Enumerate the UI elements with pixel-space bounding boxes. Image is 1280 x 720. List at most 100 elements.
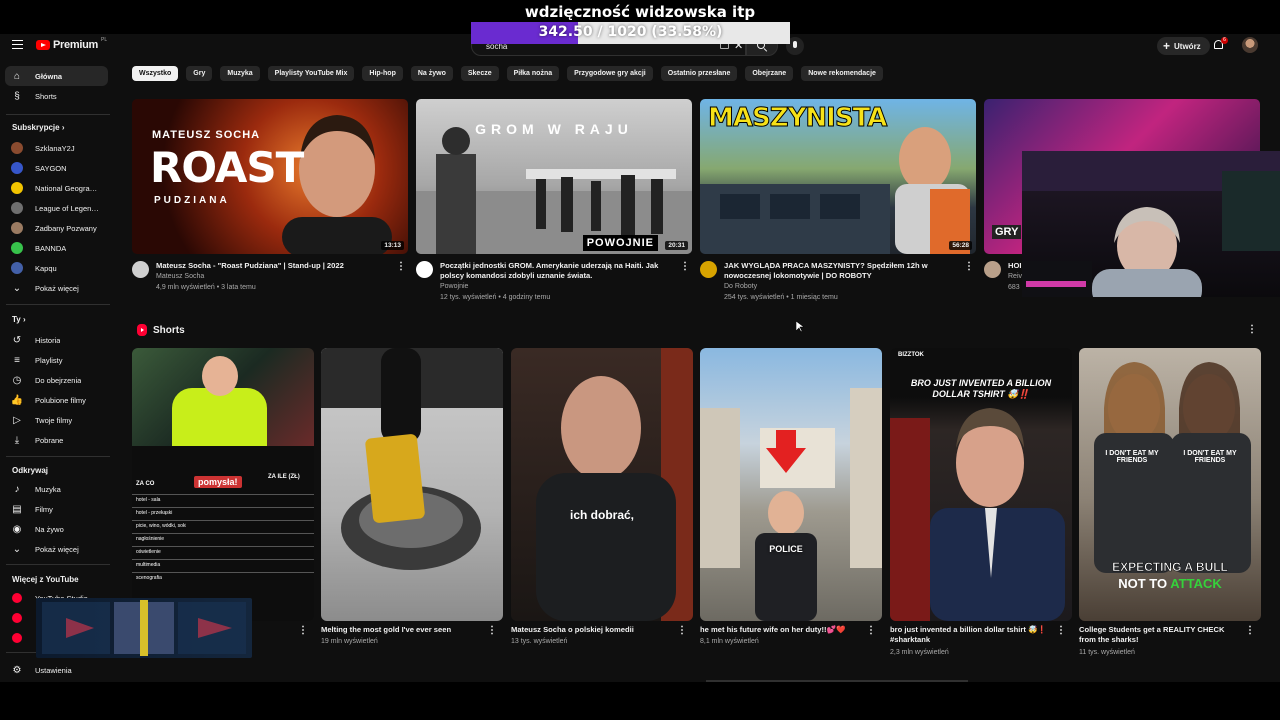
donation-goal-text: 342.50 / 1020 (33.58%) — [538, 24, 723, 40]
channel-name[interactable]: Do Roboty — [724, 283, 757, 290]
sidebar-item-subscription[interactable]: League of Legen… — [5, 198, 108, 218]
filter-chip[interactable]: Hip-hop — [362, 66, 403, 81]
more-actions-icon[interactable]: ⋮ — [964, 261, 974, 272]
short-card[interactable]: Melting the most gold I've ever seen 19 … — [321, 348, 503, 645]
sidebar-item-settings[interactable]: ⚙ Ustawienia — [5, 660, 108, 680]
more-actions-icon[interactable]: ⋮ — [298, 625, 308, 636]
channel-avatar — [11, 162, 23, 174]
channel-name[interactable]: Reiv — [1008, 273, 1022, 280]
table-header: ZA ILE (ZŁ) — [268, 474, 300, 480]
sidebar-item-music[interactable]: ♪ Muzyka — [5, 479, 108, 499]
sidebar-item-subscription[interactable]: National Geogra… — [5, 178, 108, 198]
sidebar-item-label: Główna — [35, 71, 63, 81]
menu-icon[interactable] — [12, 40, 23, 49]
short-card[interactable]: POLICE he met his future wife on her dut… — [700, 348, 882, 645]
sidebar-item-watch-later[interactable]: ◷ Do obejrzenia — [5, 370, 108, 390]
sidebar-item-playlists[interactable]: ≡ Playlisty — [5, 350, 108, 370]
video-stats: 4,9 mln wyświetleń • 3 lata temu — [156, 284, 256, 291]
channel-avatar[interactable] — [132, 261, 149, 278]
short-thumbnail[interactable]: pomysła! ZA CO ZA ILE (ZŁ) hotel - sala h… — [132, 348, 314, 621]
download-icon: ⤓ — [14, 434, 20, 446]
short-card[interactable]: I DON'T EAT MY FRIENDS I DON'T EAT MY FR… — [1079, 348, 1261, 656]
sidebar-item-subscription[interactable]: Kapqu — [5, 258, 108, 278]
sidebar-show-more[interactable]: ⌄ Pokaż więcej — [5, 278, 108, 298]
create-label: Utwórz — [1174, 41, 1201, 51]
sidebar-item-shorts[interactable]: § Shorts — [5, 86, 108, 106]
more-actions-icon[interactable]: ⋮ — [677, 625, 687, 636]
short-card[interactable]: pomysła! ZA CO ZA ILE (ZŁ) hotel - sala h… — [132, 348, 314, 636]
subscriptions-heading[interactable]: Subskrypcje › — [12, 123, 64, 132]
short-title[interactable]: bro just invented a billion dollar tshir… — [890, 625, 1050, 645]
filter-chip[interactable]: Nowe rekomendacje — [801, 66, 883, 81]
video-card[interactable]: MATEUSZ SOCHA ROAST PUDZIANA 13:13 Mateu… — [132, 99, 408, 311]
sidebar-item-subscription[interactable]: BANNDA — [5, 238, 108, 258]
sidebar-item-subscription[interactable]: SzklanaY2J — [5, 138, 108, 158]
short-title[interactable]: Melting the most gold I've ever seen — [321, 625, 481, 635]
short-thumbnail[interactable]: BIZZTOK BRO JUST INVENTED A BILLION DOLL… — [890, 348, 1072, 621]
sidebar-item-downloads[interactable]: ⤓ Pobrane — [5, 430, 108, 450]
short-card[interactable]: ich dobrać, Mateusz Socha o polskiej kom… — [511, 348, 693, 645]
short-thumbnail[interactable]: POLICE — [700, 348, 882, 621]
filter-chip[interactable]: Przygodowe gry akcji — [567, 66, 653, 81]
create-button[interactable]: + Utwórz — [1157, 37, 1210, 55]
more-actions-icon[interactable]: ⋮ — [1247, 324, 1257, 335]
channel-name[interactable]: Mateusz Socha — [156, 273, 204, 280]
table-row: oświetlenie — [132, 546, 314, 558]
movies-icon: ▤ — [12, 503, 22, 515]
avatar[interactable] — [1242, 37, 1258, 53]
short-title[interactable]: he met his future wife on her duty!!💕❤️ — [700, 625, 860, 635]
sidebar-item-movies[interactable]: ▤ Filmy — [5, 499, 108, 519]
gear-icon: ⚙ — [12, 664, 22, 676]
sidebar-item-history[interactable]: ↺ Historia — [5, 330, 108, 350]
channel-avatar[interactable] — [984, 261, 1001, 278]
youtube-premium-logo[interactable]: Premium PL — [36, 37, 107, 51]
video-thumbnail[interactable]: MATEUSZ SOCHA ROAST PUDZIANA 13:13 — [132, 99, 408, 254]
short-title[interactable]: College Students get a REALITY CHECK fro… — [1079, 625, 1239, 645]
sidebar-item-label: League of Legen… — [35, 203, 99, 213]
sidebar-item-live[interactable]: ◉ Na żywo — [5, 519, 108, 539]
sidebar-item-subscription[interactable]: Zadbany Pozwany — [5, 218, 108, 238]
video-title[interactable]: JAK WYGLĄDA PRACA MASZYNISTY? Spędziłem … — [724, 261, 959, 281]
short-thumbnail[interactable]: I DON'T EAT MY FRIENDS I DON'T EAT MY FR… — [1079, 348, 1261, 621]
you-heading[interactable]: Ty › — [12, 315, 26, 324]
short-thumbnail[interactable] — [321, 348, 503, 621]
person-head — [202, 356, 238, 396]
sidebar-item-liked[interactable]: 👍 Polubione filmy — [5, 390, 108, 410]
filter-chip[interactable]: Piłka nożna — [506, 66, 560, 81]
filter-chip[interactable]: Obejrzane — [745, 66, 794, 81]
short-card[interactable]: BIZZTOK BRO JUST INVENTED A BILLION DOLL… — [890, 348, 1072, 656]
filter-chip[interactable]: Muzyka — [220, 66, 260, 81]
sidebar-item-subscription[interactable]: SAYGON — [5, 158, 108, 178]
more-actions-icon[interactable]: ⋮ — [396, 261, 406, 272]
sidebar-explore-more[interactable]: ⌄ Pokaż więcej — [5, 539, 108, 559]
video-card[interactable]: MASZYNISTA 56:28 JAK WYGLĄDA PRACA MASZY… — [700, 99, 976, 311]
filter-chip[interactable]: Ostatnio przesłane — [660, 66, 738, 81]
sidebar-item-your-videos[interactable]: ▷ Twoje filmy — [5, 410, 108, 430]
youtube-app: Premium PL ✕ + Utwórz 6 ⌂ Główna § Short… — [0, 34, 1280, 682]
channel-avatar[interactable] — [416, 261, 433, 278]
channel-avatar[interactable] — [700, 261, 717, 278]
short-thumbnail[interactable]: ich dobrać, — [511, 348, 693, 621]
filter-chip[interactable]: Playlisty YouTube Mix — [267, 66, 355, 81]
channel-name[interactable]: Powojnie — [440, 283, 468, 290]
video-thumbnail[interactable]: MASZYNISTA 56:28 — [700, 99, 976, 254]
video-card[interactable]: GROM W RAJU POWOJNIE 20:31 Początki jedn… — [416, 99, 692, 311]
video-thumbnail[interactable]: GROM W RAJU POWOJNIE 20:31 — [416, 99, 692, 254]
more-actions-icon[interactable]: ⋮ — [1056, 625, 1066, 636]
short-title[interactable]: Mateusz Socha o polskiej komedii — [511, 625, 671, 635]
filter-chip[interactable]: Na żywo — [410, 66, 453, 81]
more-actions-icon[interactable]: ⋮ — [680, 261, 690, 272]
filter-chip[interactable]: Gry — [186, 66, 213, 81]
police-thumbnail-art — [700, 388, 882, 621]
video-title[interactable]: Mateusz Socha - "Roast Pudziana" | Stand… — [156, 261, 391, 271]
filter-chip[interactable]: Wszystko — [132, 66, 179, 81]
video-title[interactable]: Początki jednostki GROM. Amerykanie uder… — [440, 261, 675, 281]
more-actions-icon[interactable]: ⋮ — [487, 625, 497, 636]
more-actions-icon[interactable]: ⋮ — [1245, 625, 1255, 636]
sidebar-item-label: SAYGON — [35, 163, 67, 173]
sidebar-item-home[interactable]: ⌂ Główna — [5, 66, 108, 86]
more-actions-icon[interactable]: ⋮ — [866, 625, 876, 636]
filter-chip[interactable]: Skecze — [460, 66, 499, 81]
short-views: 19 mln wyświetleń — [321, 638, 378, 645]
table-row: scenografia — [132, 572, 314, 584]
